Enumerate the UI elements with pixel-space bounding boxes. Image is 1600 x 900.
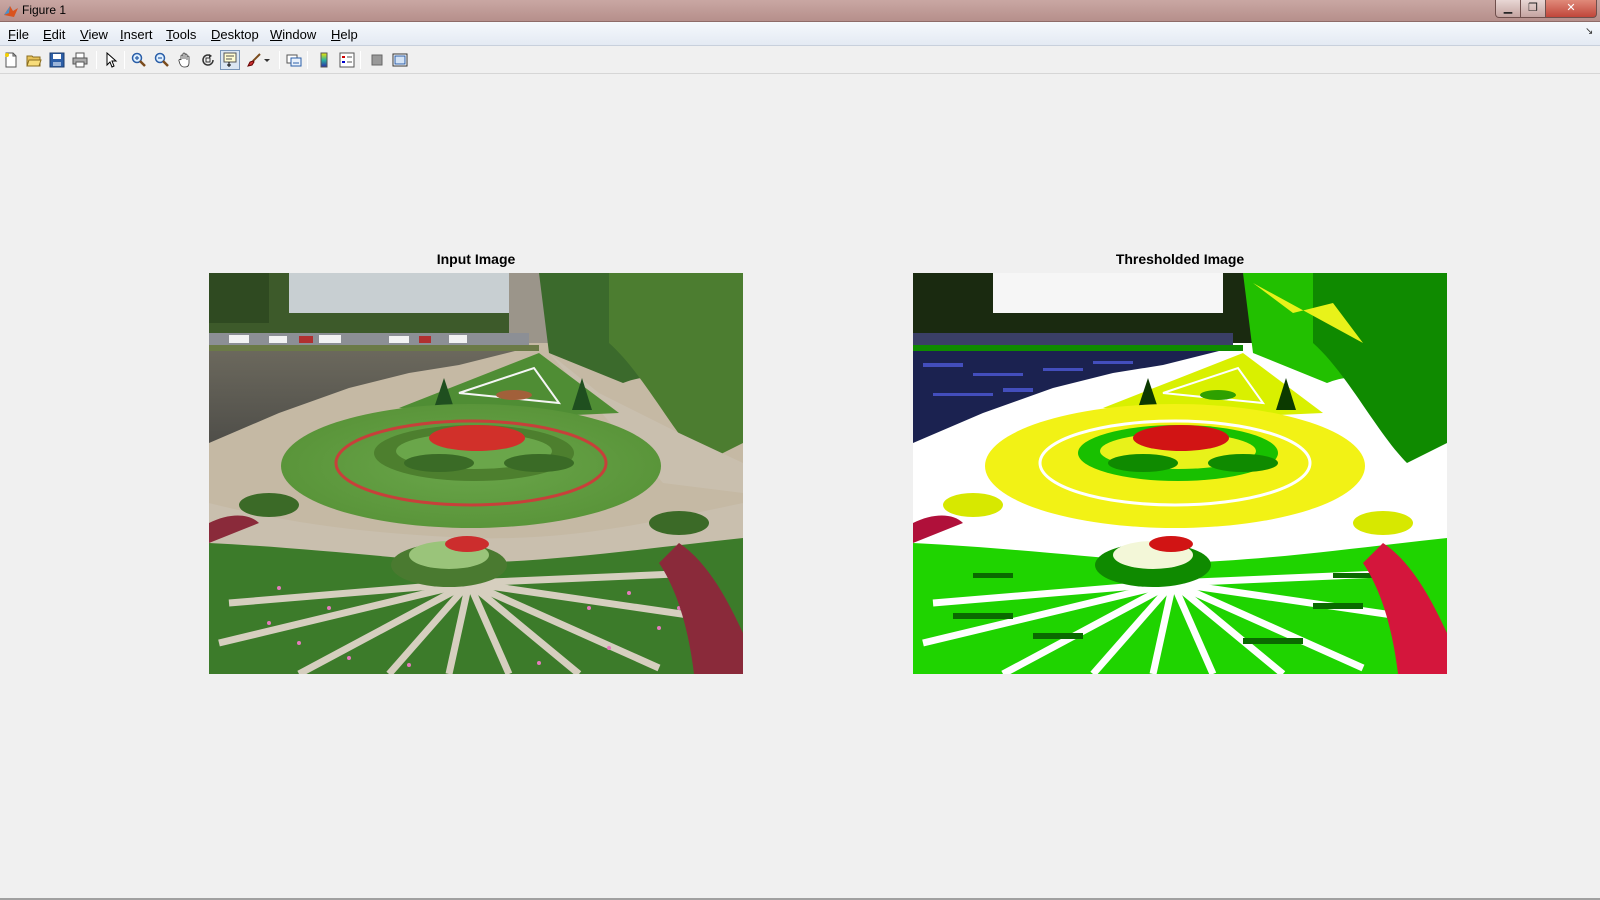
thresholded-image-title: Thresholded Image — [1115, 251, 1245, 267]
toolbar-separator — [96, 51, 97, 69]
menu-edit[interactable]: Edit — [43, 27, 65, 42]
menu-file[interactable]: File — [8, 27, 29, 42]
figure-toolbar — [0, 46, 1600, 74]
close-button[interactable]: ✕ — [1545, 0, 1597, 18]
thresholded-image-axes[interactable] — [913, 273, 1447, 674]
matlab-logo-icon — [3, 3, 19, 19]
save-icon[interactable] — [47, 50, 67, 70]
menu-desktop[interactable]: Desktop — [211, 27, 259, 42]
menu-view-rest: iew — [88, 27, 108, 42]
link-plot-icon[interactable] — [284, 50, 304, 70]
menu-insert-rest: nsert — [123, 27, 153, 42]
rotate-3d-icon[interactable] — [198, 50, 218, 70]
new-figure-icon[interactable] — [1, 50, 21, 70]
window-title: Figure 1 — [22, 3, 67, 17]
menu-view[interactable]: View — [80, 27, 108, 42]
menu-help-rest: elp — [340, 27, 358, 42]
menu-insert[interactable]: Insert — [120, 27, 153, 42]
menu-file-rest: ile — [15, 27, 29, 42]
thresholded-garden-image — [913, 273, 1447, 674]
menu-desktop-rest: esktop — [220, 27, 259, 42]
title-bar: Figure 1 ▁ ❐ ✕ — [0, 0, 1600, 22]
minimize-button[interactable]: ▁ — [1495, 0, 1521, 18]
brush-dropdown-icon[interactable] — [262, 50, 272, 70]
menu-help[interactable]: Help — [331, 27, 358, 42]
toolbar-separator — [279, 51, 280, 69]
menu-tools[interactable]: Tools — [166, 27, 196, 42]
hide-plot-tools-icon[interactable] — [367, 50, 387, 70]
toolbar-separator — [360, 51, 361, 69]
menu-tools-rest: ools — [172, 27, 197, 42]
data-cursor-icon[interactable] — [220, 50, 240, 70]
dock-figure-icon[interactable]: ↘ — [1585, 26, 1593, 37]
pan-icon[interactable] — [175, 50, 195, 70]
brush-icon[interactable] — [244, 50, 264, 70]
input-image-axes[interactable] — [209, 273, 743, 674]
colorbar-icon[interactable] — [314, 50, 334, 70]
zoom-out-icon[interactable] — [152, 50, 172, 70]
zoom-in-icon[interactable] — [129, 50, 149, 70]
menu-window[interactable]: Window — [270, 27, 316, 42]
toolbar-separator — [307, 51, 308, 69]
maximize-button[interactable]: ❐ — [1520, 0, 1546, 18]
legend-icon[interactable] — [337, 50, 357, 70]
show-plot-tools-icon[interactable] — [390, 50, 410, 70]
input-image-title: Input Image — [436, 251, 516, 267]
menu-window-rest: indow — [282, 27, 317, 42]
input-garden-image — [209, 273, 743, 674]
menu-edit-rest: dit — [51, 27, 66, 42]
print-icon[interactable] — [70, 50, 90, 70]
menu-bar: File Edit View Insert Tools Desktop Wind… — [0, 22, 1600, 46]
toolbar-separator — [124, 51, 125, 69]
edit-plot-icon[interactable] — [101, 50, 121, 70]
open-file-icon[interactable] — [24, 50, 44, 70]
